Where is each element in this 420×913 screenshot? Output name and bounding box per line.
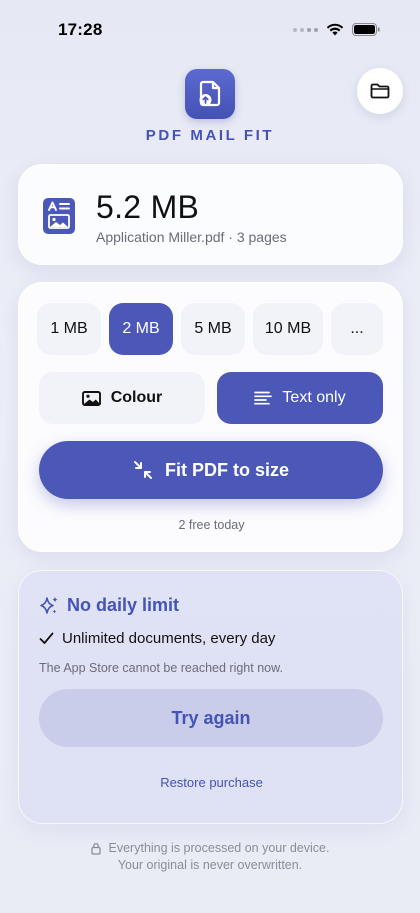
compress-arrows-icon	[133, 461, 152, 479]
file-meta: Application Miller.pdf · 3 pages	[96, 229, 287, 245]
footer-line-2: Your original is never overwritten.	[117, 858, 303, 872]
footer-line-1: Everything is processed on your device.	[0, 840, 420, 857]
pro-upgrade-card: No daily limit Unlimited documents, ever…	[18, 570, 403, 824]
mode-text-only-label: Text only	[282, 389, 346, 406]
mode-text-only-button[interactable]: Text only	[217, 372, 383, 424]
pro-feature-label: Unlimited documents, every day	[62, 630, 276, 647]
app-title: PDF MAIL FIT	[145, 127, 275, 144]
target-size-selector: 1 MB 2 MB 5 MB 10 MB ...	[37, 303, 383, 355]
status-time: 17:28	[58, 20, 103, 39]
try-again-button[interactable]: Try again	[39, 689, 383, 747]
battery-icon	[352, 23, 380, 36]
file-size: 5.2 MB	[96, 189, 200, 225]
fit-pdf-label: Fit PDF to size	[164, 459, 289, 480]
footer-line-1-text: Everything is processed on your device.	[108, 841, 330, 855]
checkmark-icon	[39, 632, 54, 644]
store-error-note: The App Store cannot be reached right no…	[39, 661, 283, 675]
pro-feature: Unlimited documents, every day	[39, 630, 275, 647]
status-icons	[293, 23, 380, 36]
size-option-2mb[interactable]: 2 MB	[109, 303, 173, 355]
status-bar: 17:28	[0, 0, 420, 60]
mode-selector: Colour Text only	[39, 372, 383, 424]
folder-icon	[370, 83, 390, 99]
size-option-5mb[interactable]: 5 MB	[181, 303, 245, 355]
wifi-icon	[326, 23, 344, 36]
open-folder-button[interactable]	[357, 68, 403, 114]
file-card[interactable]: 5.2 MB Application Miller.pdf · 3 pages	[18, 164, 403, 265]
document-icon	[43, 198, 75, 234]
size-option-more[interactable]: ...	[331, 303, 383, 355]
image-icon	[81, 390, 101, 406]
text-lines-icon	[254, 391, 273, 405]
signal-icon	[293, 27, 318, 32]
mode-colour-label: Colour	[110, 389, 163, 406]
privacy-footer: Everything is processed on your device. …	[0, 840, 420, 874]
options-card: 1 MB 2 MB 5 MB 10 MB ... Colour Text onl…	[18, 282, 403, 552]
sparkles-icon	[40, 596, 58, 614]
size-option-1mb[interactable]: 1 MB	[37, 303, 101, 355]
pro-title-label: No daily limit	[67, 595, 180, 615]
size-option-10mb[interactable]: 10 MB	[253, 303, 323, 355]
pro-title: No daily limit	[39, 595, 179, 616]
restore-purchase-link[interactable]: Restore purchase	[19, 775, 404, 790]
app-logo	[185, 69, 235, 119]
fit-pdf-button[interactable]: Fit PDF to size	[39, 441, 383, 499]
mode-colour-button[interactable]: Colour	[39, 372, 205, 424]
pdf-upload-icon	[199, 80, 221, 107]
lock-icon	[90, 842, 101, 855]
free-count-text: 2 free today	[178, 518, 245, 532]
